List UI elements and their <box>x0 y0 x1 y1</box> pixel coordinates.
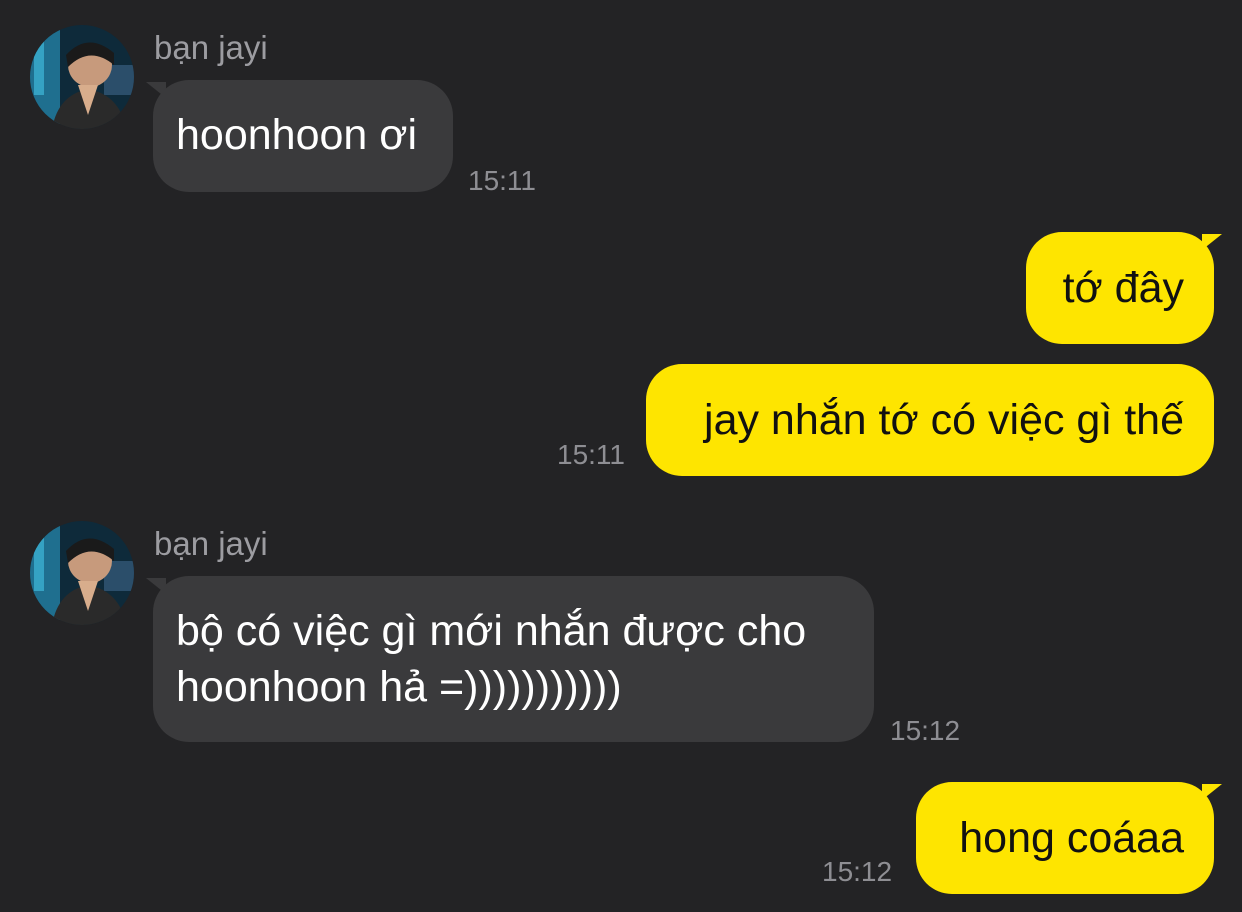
avatar-photo <box>30 521 134 625</box>
message-time: 15:12 <box>890 715 961 746</box>
bubble-tail <box>1202 234 1222 250</box>
message-time: 15:12 <box>822 856 893 887</box>
message-bubble-outgoing[interactable]: hong coáaa <box>916 782 1214 894</box>
sender-name: bạn jayi <box>154 525 268 562</box>
message-text-line: hoonhoon hả =))))))))))) <box>176 663 622 711</box>
avatar-photo <box>30 25 134 129</box>
message-bubble-outgoing[interactable]: tớ đây <box>1026 232 1214 344</box>
message-bubble-outgoing[interactable]: jay nhắn tớ có việc gì thế <box>646 364 1214 476</box>
message-text: hong coáaa <box>959 814 1184 862</box>
message-text: hoonhoon ơi <box>176 111 418 159</box>
sender-name: bạn jayi <box>154 29 268 66</box>
message-bubble-incoming[interactable]: hoonhoon ơi <box>153 80 453 192</box>
bubble-tail <box>1202 784 1222 800</box>
message-bubble-incoming[interactable]: bộ có việc gì mới nhắn được cho hoonhoon… <box>153 576 874 742</box>
message-text: jay nhắn tớ có việc gì thế <box>704 396 1184 444</box>
message-time: 15:11 <box>468 165 536 196</box>
message-time: 15:11 <box>557 439 625 470</box>
avatar[interactable] <box>30 521 134 625</box>
avatar[interactable] <box>30 25 134 129</box>
message-text: tớ đây <box>1062 264 1184 312</box>
message-text-line: bộ có việc gì mới nhắn được cho <box>176 607 807 655</box>
